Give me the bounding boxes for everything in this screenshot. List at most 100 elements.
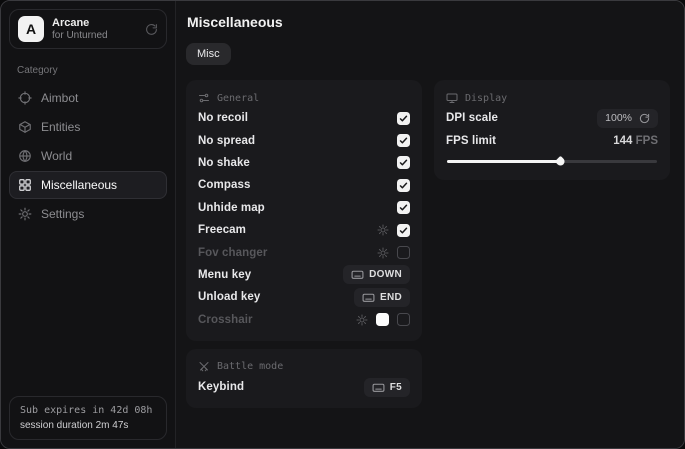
general-panel-header: General <box>198 89 410 107</box>
sidebar-item-world[interactable]: World <box>9 142 167 170</box>
keyboard-icon <box>362 291 375 304</box>
setting-row-freecam: Freecam <box>198 219 410 241</box>
page-title: Miscellaneous <box>187 14 670 30</box>
setting-label: Unhide map <box>198 202 265 214</box>
app-window: A Arcane for Unturned Category Aimbot <box>0 0 685 449</box>
slider-thumb[interactable] <box>555 156 566 167</box>
setting-row-fps-limit: FPS limit 144 FPS <box>446 129 658 151</box>
setting-label: Fov changer <box>198 247 267 259</box>
swords-icon <box>198 361 210 373</box>
subscription-info-box: Sub expires in 42d 08h session duration … <box>9 396 167 440</box>
no-recoil-checkbox[interactable] <box>397 112 410 125</box>
menu-key-binding[interactable]: DOWN <box>343 265 410 284</box>
crosshair-controls <box>356 313 410 326</box>
sidebar: A Arcane for Unturned Category Aimbot <box>1 1 176 448</box>
battle-keybind-binding[interactable]: F5 <box>364 378 410 397</box>
battle-panel-title: Battle mode <box>217 361 283 372</box>
fps-limit-slider[interactable] <box>447 157 657 166</box>
crosshair-config-gear-icon[interactable] <box>356 314 368 326</box>
no-shake-checkbox[interactable] <box>397 156 410 169</box>
sidebar-item-entities[interactable]: Entities <box>9 113 167 141</box>
panel-grid: General No recoil No spread No shake <box>186 80 670 408</box>
sidebar-nav: Aimbot Entities World Miscellaneous <box>9 84 167 228</box>
sidebar-item-settings[interactable]: Settings <box>9 200 167 228</box>
unload-key-binding[interactable]: END <box>354 288 410 307</box>
battle-mode-panel: Battle mode Keybind F5 <box>186 349 422 408</box>
setting-row-unload-key: Unload key END <box>198 286 410 308</box>
setting-row-no-spread: No spread <box>198 129 410 151</box>
session-duration-text: session duration 2m 47s <box>20 418 156 433</box>
category-label: Category <box>17 65 161 76</box>
setting-label: Menu key <box>198 269 251 281</box>
reset-icon[interactable] <box>639 113 650 124</box>
display-panel-header: Display <box>446 89 658 107</box>
setting-label: Freecam <box>198 224 246 236</box>
tab-misc[interactable]: Misc <box>186 43 231 65</box>
sliders-icon <box>198 92 210 104</box>
setting-label: FPS limit <box>446 135 496 147</box>
setting-label: No spread <box>198 135 255 147</box>
crosshair-color-swatch[interactable] <box>376 313 389 326</box>
dpi-scale-value: 100% <box>605 112 632 124</box>
crosshair-icon <box>18 91 32 105</box>
setting-row-crosshair: Crosshair <box>198 309 410 331</box>
setting-row-fov-changer: Fov changer <box>198 241 410 263</box>
app-avatar: A <box>18 16 44 42</box>
general-panel-title: General <box>217 93 259 104</box>
sidebar-item-label: Settings <box>41 207 84 221</box>
refresh-icon[interactable] <box>145 23 158 36</box>
sidebar-item-label: Miscellaneous <box>41 178 117 192</box>
left-column: General No recoil No spread No shake <box>186 80 422 408</box>
sidebar-item-label: Entities <box>41 120 80 134</box>
sidebar-item-miscellaneous[interactable]: Miscellaneous <box>9 171 167 199</box>
entities-icon <box>18 120 32 134</box>
general-panel: General No recoil No spread No shake <box>186 80 422 341</box>
freecam-checkbox[interactable] <box>397 224 410 237</box>
app-name: Arcane <box>52 17 137 30</box>
battle-panel-header: Battle mode <box>198 358 410 376</box>
setting-row-keybind: Keybind F5 <box>198 376 410 398</box>
setting-row-menu-key: Menu key DOWN <box>198 264 410 286</box>
fov-config-gear-icon[interactable] <box>377 247 389 259</box>
keyboard-icon <box>351 268 364 281</box>
setting-row-no-shake: No shake <box>198 152 410 174</box>
main-content: Miscellaneous Misc General No recoil <box>176 1 685 448</box>
setting-label: No recoil <box>198 112 248 124</box>
sidebar-item-label: World <box>41 149 72 163</box>
gear-icon <box>18 207 32 221</box>
fov-changer-controls <box>377 246 410 259</box>
sidebar-item-aimbot[interactable]: Aimbot <box>9 84 167 112</box>
keyboard-icon <box>372 381 385 394</box>
setting-label: No shake <box>198 157 250 169</box>
monitor-icon <box>446 92 458 104</box>
setting-label: Unload key <box>198 291 260 303</box>
freecam-config-gear-icon[interactable] <box>377 224 389 236</box>
slider-fill <box>447 160 558 163</box>
setting-row-no-recoil: No recoil <box>198 107 410 129</box>
dpi-scale-input[interactable]: 100% <box>597 109 658 128</box>
app-header-card: A Arcane for Unturned <box>9 9 167 49</box>
grid-icon <box>18 178 32 192</box>
setting-label: Compass <box>198 179 250 191</box>
setting-row-unhide-map: Unhide map <box>198 197 410 219</box>
setting-row-dpi-scale: DPI scale 100% <box>446 107 658 129</box>
crosshair-checkbox[interactable] <box>397 313 410 326</box>
app-subtitle: for Unturned <box>52 30 137 42</box>
fps-limit-value: 144 FPS <box>613 135 658 147</box>
globe-icon <box>18 149 32 163</box>
display-panel: Display DPI scale 100% FPS limit 144 <box>434 80 670 180</box>
setting-label: DPI scale <box>446 112 498 124</box>
setting-label: Keybind <box>198 381 244 393</box>
compass-checkbox[interactable] <box>397 179 410 192</box>
unload-key-value: END <box>380 292 402 303</box>
no-spread-checkbox[interactable] <box>397 134 410 147</box>
unhide-map-checkbox[interactable] <box>397 201 410 214</box>
app-title-block: Arcane for Unturned <box>52 17 137 41</box>
setting-label: Crosshair <box>198 314 253 326</box>
sidebar-item-label: Aimbot <box>41 91 78 105</box>
display-panel-title: Display <box>465 93 507 104</box>
setting-row-compass: Compass <box>198 174 410 196</box>
fov-changer-checkbox[interactable] <box>397 246 410 259</box>
fps-unit: FPS <box>636 135 658 147</box>
battle-keybind-value: F5 <box>390 382 402 393</box>
